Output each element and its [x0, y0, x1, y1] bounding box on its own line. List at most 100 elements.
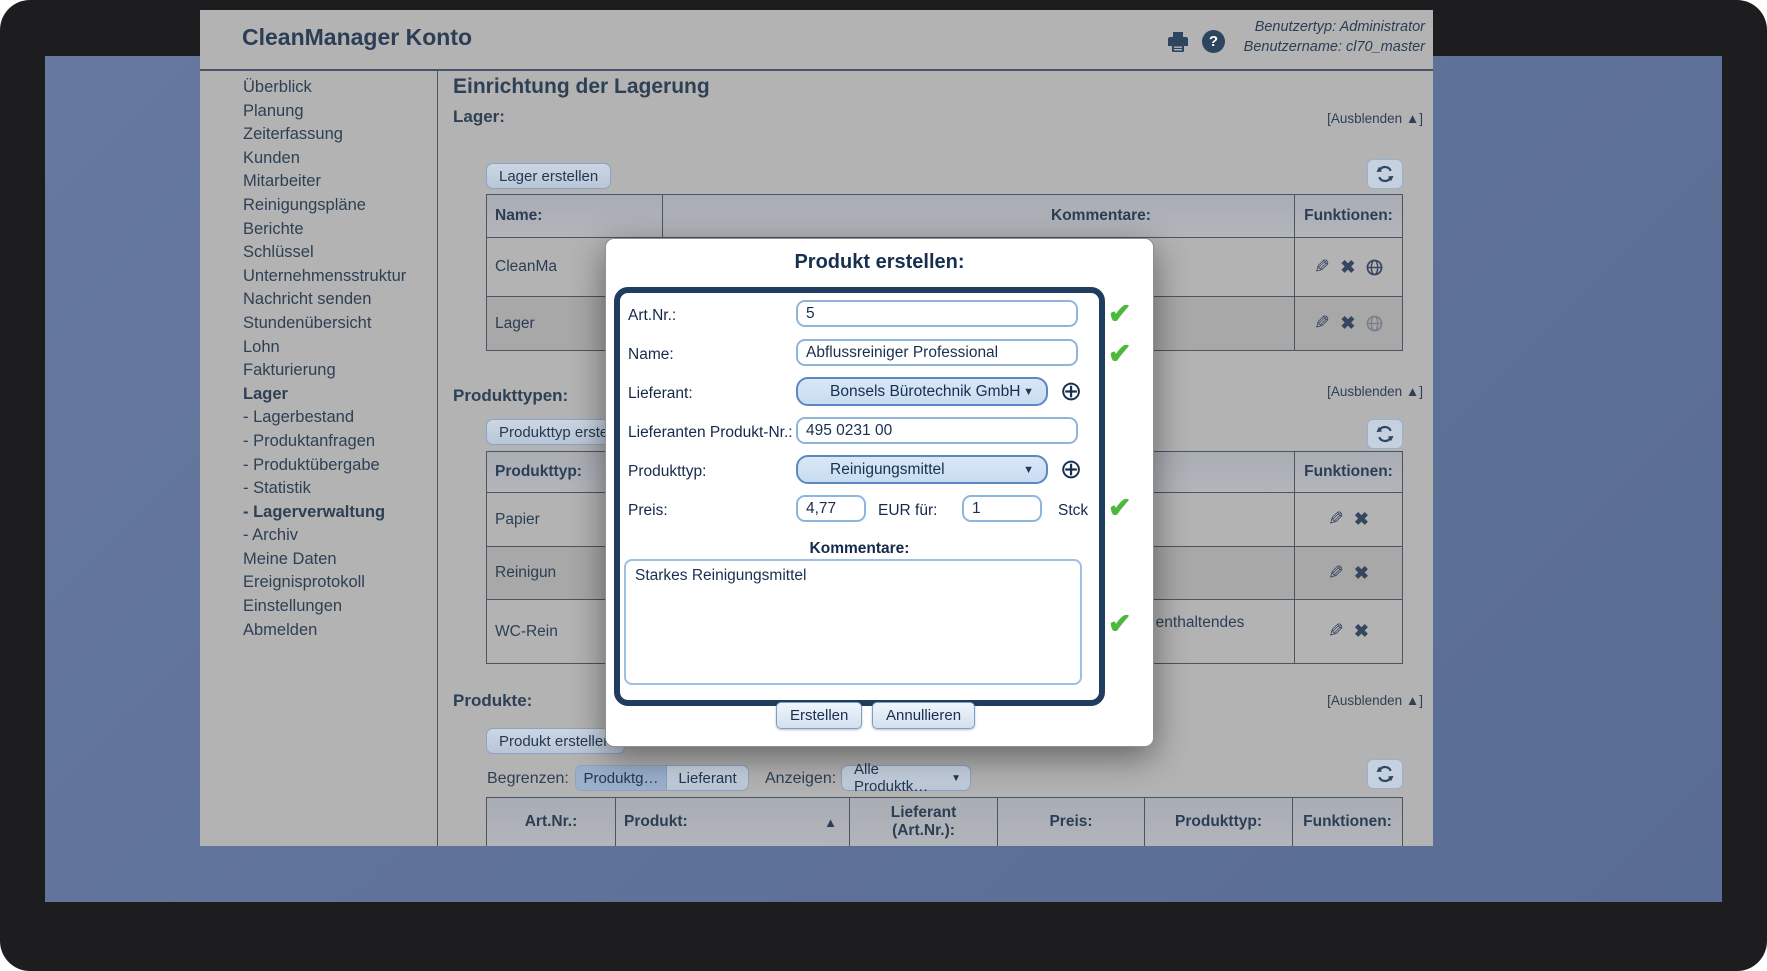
- delete-icon[interactable]: ✖: [1354, 621, 1369, 642]
- lager-col-comments-label: Kommentare:: [663, 207, 1151, 225]
- sidebar-item-unternehmensstruktur[interactable]: Unternehmensstruktur: [200, 265, 437, 289]
- dialog-title: Produkt erstellen:: [606, 251, 1153, 274]
- sidebar-item-mitarbeiter[interactable]: Mitarbeiter: [200, 170, 437, 194]
- delete-icon[interactable]: ✖: [1354, 563, 1369, 584]
- limit-productgroup-button[interactable]: Produktg…: [576, 766, 666, 790]
- sidebar-item-fakturierung[interactable]: Fakturierung: [200, 359, 437, 383]
- print-icon[interactable]: [1166, 30, 1190, 54]
- artnr-input[interactable]: [796, 300, 1078, 327]
- limit-toggle-group: Produktg… Lieferant: [575, 765, 749, 791]
- stck-label: Stck: [1058, 497, 1088, 524]
- user-info: Benutzertyp: Administrator Benutzername:…: [1244, 17, 1425, 57]
- lager-row-functions: ✎ ✖: [1294, 297, 1402, 350]
- produkttypen-col-functions: Funktionen:: [1294, 452, 1402, 492]
- help-icon[interactable]: ?: [1202, 30, 1225, 53]
- sidebar-item-produktuebergabe[interactable]: - Produktübergabe: [200, 454, 437, 478]
- artnr-valid-check-icon: ✔: [1108, 297, 1131, 330]
- begrenzen-label: Begrenzen:: [487, 770, 569, 788]
- limit-supplier-button[interactable]: Lieferant: [666, 766, 748, 790]
- produkte-table-header: Art.Nr.: Produkt: ▲ Lieferant (Art.Nr.):…: [487, 798, 1402, 846]
- sidebar-item-nachricht-senden[interactable]: Nachricht senden: [200, 288, 437, 312]
- name-input[interactable]: [796, 339, 1078, 366]
- produkttyp-row-functions: ✎ ✖: [1294, 600, 1402, 663]
- sidebar-item-schluessel[interactable]: Schlüssel: [200, 241, 437, 265]
- edit-icon[interactable]: ✎: [1314, 256, 1330, 279]
- produkte-col-preis: Preis:: [997, 798, 1144, 846]
- add-lieferant-icon[interactable]: ⊕: [1058, 378, 1084, 404]
- sidebar-item-statistik[interactable]: - Statistik: [200, 477, 437, 501]
- sidebar-item-ueberblick[interactable]: Überblick: [200, 76, 437, 100]
- sidebar-item-meine-daten[interactable]: Meine Daten: [200, 548, 437, 572]
- user-name: Benutzername: cl70_master: [1244, 37, 1425, 57]
- lager-create-button[interactable]: Lager erstellen: [486, 163, 611, 189]
- lieferanten-produktnr-label: Lieferanten Produkt-Nr.:: [628, 419, 793, 446]
- erstellen-button[interactable]: Erstellen: [776, 702, 862, 729]
- kommentare-textarea[interactable]: Starkes Reinigungsmittel: [624, 559, 1082, 685]
- sidebar-item-kunden[interactable]: Kunden: [200, 147, 437, 171]
- globe-icon[interactable]: [1366, 259, 1383, 276]
- lieferanten-produktnr-input[interactable]: [796, 417, 1078, 444]
- user-type: Benutzertyp: Administrator: [1244, 17, 1425, 37]
- dialog-fieldset: Art.Nr.: Name: Lieferant: Bonsels Bürote…: [614, 287, 1105, 706]
- delete-icon[interactable]: ✖: [1354, 509, 1369, 530]
- sidebar-item-stundenuebersicht[interactable]: Stundenübersicht: [200, 312, 437, 336]
- edit-icon[interactable]: ✎: [1314, 312, 1330, 335]
- produkte-hide-link[interactable]: [Ausblenden ▲]: [1327, 693, 1423, 708]
- sidebar-item-abmelden[interactable]: Abmelden: [200, 619, 437, 643]
- chevron-down-icon: ▼: [951, 773, 961, 784]
- sidebar-item-ereignisprotokoll[interactable]: Ereignisprotokoll: [200, 571, 437, 595]
- edit-icon[interactable]: ✎: [1328, 562, 1344, 585]
- preis-valid-check-icon: ✔: [1108, 491, 1131, 524]
- eur-fuer-label: EUR für:: [878, 497, 937, 524]
- kommentare-valid-check-icon: ✔: [1108, 607, 1131, 640]
- produkttyp-row-functions: ✎ ✖: [1294, 493, 1402, 546]
- lager-hide-link[interactable]: [Ausblenden ▲]: [1327, 111, 1423, 126]
- lieferant-dropdown[interactable]: Bonsels Bürotechnik GmbH ▼: [796, 377, 1048, 406]
- lager-table-header: Name: Kommentare: Funktionen:: [487, 195, 1402, 237]
- produkte-heading: Produkte:: [453, 691, 532, 711]
- lager-row-functions: ✎ ✖: [1294, 238, 1402, 296]
- name-valid-check-icon: ✔: [1108, 337, 1131, 370]
- produkte-col-artnr: Art.Nr.:: [487, 798, 615, 846]
- sidebar-item-archiv[interactable]: - Archiv: [200, 524, 437, 548]
- sidebar-item-lager[interactable]: Lager: [200, 383, 437, 407]
- annullieren-button[interactable]: Annullieren: [872, 702, 975, 729]
- produkt-create-button[interactable]: Produkt erstellen: [486, 728, 625, 754]
- lager-heading: Lager:: [453, 107, 505, 127]
- edit-icon[interactable]: ✎: [1328, 620, 1344, 643]
- preis-input[interactable]: [796, 495, 866, 522]
- sidebar-item-lagerbestand[interactable]: - Lagerbestand: [200, 406, 437, 430]
- sidebar-item-reinigungsplaene[interactable]: Reinigungspläne: [200, 194, 437, 218]
- produkttyp-dropdown[interactable]: Reinigungsmittel ▼: [796, 455, 1048, 484]
- preis-label: Preis:: [628, 497, 668, 524]
- sort-asc-icon[interactable]: ▲: [824, 815, 837, 830]
- sidebar-item-zeiterfassung[interactable]: Zeiterfassung: [200, 123, 437, 147]
- sidebar-item-lohn[interactable]: Lohn: [200, 336, 437, 360]
- produkte-col-lieferant: Lieferant (Art.Nr.):: [849, 798, 997, 846]
- produkt-erstellen-dialog: Produkt erstellen: Art.Nr.: Name: Liefer…: [605, 238, 1154, 747]
- edit-icon[interactable]: ✎: [1328, 508, 1344, 531]
- add-produkttyp-icon[interactable]: ⊕: [1058, 456, 1084, 482]
- produkttypen-hide-link[interactable]: [Ausblenden ▲]: [1327, 384, 1423, 399]
- delete-icon[interactable]: ✖: [1340, 313, 1355, 334]
- sidebar-item-planung[interactable]: Planung: [200, 100, 437, 124]
- lager-col-comments: Kommentare:: [662, 195, 1294, 237]
- app-header: CleanManager Konto ? Benutzertyp: Admini…: [200, 10, 1433, 71]
- app-title: CleanManager Konto: [242, 24, 472, 51]
- produkte-refresh-button[interactable]: [1367, 759, 1403, 789]
- chevron-down-icon: ▼: [1023, 386, 1034, 398]
- menge-input[interactable]: [962, 495, 1042, 522]
- sidebar-item-lagerverwaltung[interactable]: - Lagerverwaltung: [200, 501, 437, 525]
- product-category-dropdown[interactable]: Alle Produktk… ▼: [841, 765, 971, 791]
- sidebar-nav: Überblick Planung Zeiterfassung Kunden M…: [200, 71, 438, 846]
- name-label: Name:: [628, 341, 674, 368]
- delete-icon[interactable]: ✖: [1340, 257, 1355, 278]
- lager-refresh-button[interactable]: [1367, 159, 1403, 189]
- produkte-table: Art.Nr.: Produkt: ▲ Lieferant (Art.Nr.):…: [486, 797, 1403, 846]
- produkttypen-refresh-button[interactable]: [1367, 419, 1403, 449]
- globe-icon[interactable]: [1366, 315, 1383, 332]
- sidebar-item-produktanfragen[interactable]: - Produktanfragen: [200, 430, 437, 454]
- produkttyp-label: Produkttyp:: [628, 458, 706, 485]
- sidebar-item-einstellungen[interactable]: Einstellungen: [200, 595, 437, 619]
- sidebar-item-berichte[interactable]: Berichte: [200, 218, 437, 242]
